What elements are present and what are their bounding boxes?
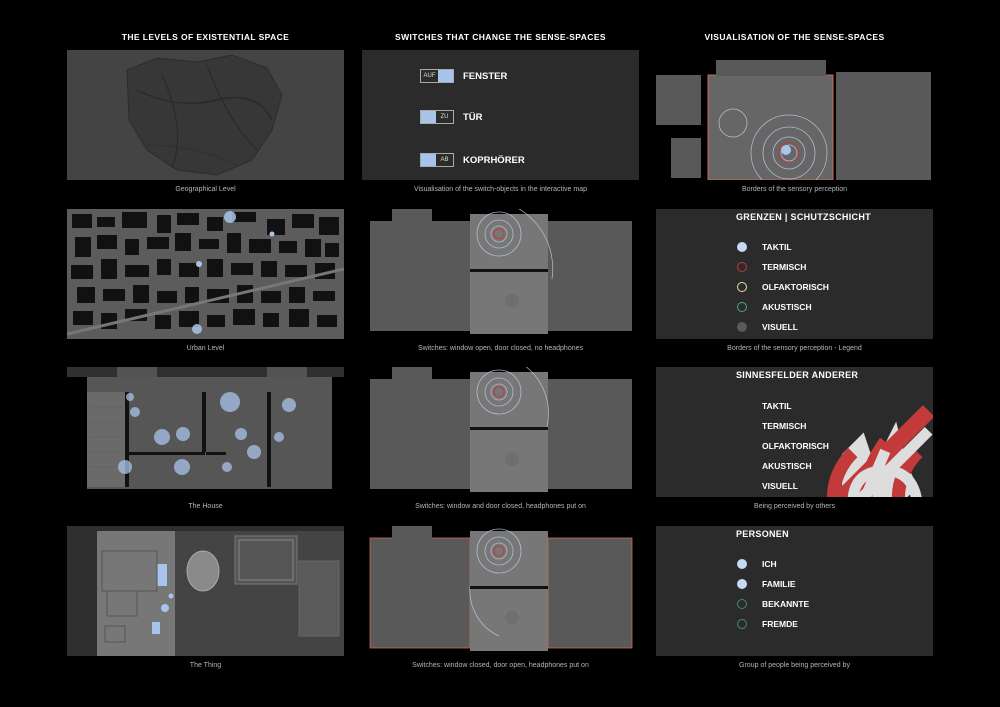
legend-others-termisch: TERMISCH (736, 420, 933, 497)
fremde-ring-icon (737, 619, 747, 629)
legend-persons: PERSONEN ICH FAMILIE BEKANNTE FREMDE (656, 526, 933, 656)
caption-perceived-by-others: Being perceived by others (754, 503, 835, 510)
switch-tuer-toggle[interactable]: ZU (420, 110, 454, 124)
taktil-dot-icon (737, 242, 747, 252)
caption-sensory-borders: Borders of the sensory perception (741, 186, 848, 193)
caption-switches: Visualisation of the switch-objects in t… (413, 186, 587, 193)
caption-urban: Urban Level (186, 345, 225, 352)
legend-others-taktil: TAKTIL (736, 400, 933, 497)
caption-window-open: Switches: window open, door closed, no h… (418, 345, 583, 352)
sensory-borders-plan (656, 50, 933, 180)
legend-borders-visuell: VISUELL (736, 321, 798, 333)
switch-fenster-toggle[interactable]: AUF (420, 69, 454, 83)
legend-persons-bekannte: BEKANNTE (736, 598, 809, 610)
legend-others-akustisch: AKUSTISCH (736, 460, 922, 497)
switch-fenster[interactable]: AUF FENSTER (420, 69, 507, 83)
caption-house: The House (188, 503, 223, 510)
legend-borders-akustisch-label: AKUSTISCH (762, 302, 812, 312)
hand-icon (736, 400, 933, 497)
legend-others-olfaktorisch: OLFAKTORISCH (736, 440, 891, 497)
floorplan-closed-headphones (362, 367, 639, 497)
legend-borders-title: GRENZEN | SCHUTZSCHICHT (736, 212, 871, 222)
switch-tuer[interactable]: ZU TÜR (420, 110, 483, 124)
column-title-visualisation: VISUALISATION OF THE SENSE-SPACES (704, 32, 885, 42)
thing-plan (67, 526, 344, 656)
legend-persons-familie-label: FAMILIE (762, 579, 796, 589)
legend-borders-termisch: TERMISCH (736, 261, 806, 273)
switch-fenster-label: FENSTER (463, 70, 508, 82)
familie-dot-icon (737, 579, 747, 589)
column-title-levels: THE LEVELS OF EXISTENTIAL SPACE (121, 32, 290, 42)
legend-persons-ich-label: ICH (762, 559, 777, 569)
legend-borders: GRENZEN | SCHUTZSCHICHT TAKTIL TERMISCH … (656, 209, 933, 339)
switch-fenster-state: AUF (421, 70, 438, 82)
termisch-ring-icon (737, 262, 747, 272)
legend-borders-visuell-label: VISUELL (762, 322, 798, 332)
legend-borders-taktil: TAKTIL (736, 241, 792, 253)
urban-level-map (67, 209, 344, 339)
legend-others: SINNESFELDER ANDERER TAKTIL TERMISCH OLF… (656, 367, 933, 497)
caption-geographical: Geographical Level (175, 186, 236, 193)
legend-borders-termisch-label: TERMISCH (762, 262, 807, 272)
legend-persons-familie: FAMILIE (736, 578, 796, 590)
legend-borders-olfaktorisch-label: OLFAKTORISCH (762, 282, 829, 292)
caption-persons: Group of people being perceived by (739, 662, 850, 669)
legend-persons-fremde-label: FREMDE (762, 619, 798, 629)
legend-persons-bekannte-label: BEKANNTE (762, 599, 810, 609)
floorplan-door-open (362, 526, 639, 656)
switch-kopfhoerer-label: KOPRHÖRER (463, 154, 525, 166)
legend-borders-olfaktorisch: OLFAKTORISCH (736, 281, 829, 293)
ear-icon (736, 460, 922, 497)
legend-others-visuell: VISUELL (736, 480, 798, 492)
nose-icon (736, 440, 891, 497)
ich-dot-icon (737, 559, 747, 569)
geographical-level-map (67, 50, 344, 180)
switch-kopfhoerer-state: AB (436, 154, 453, 166)
caption-door-open: Switches: window closed, door open, head… (412, 662, 589, 669)
legend-persons-ich: ICH (736, 558, 777, 570)
legend-borders-akustisch: AKUSTISCH (736, 301, 812, 313)
eye-icon (736, 480, 748, 492)
switch-tuer-label: TÜR (463, 111, 483, 123)
olfaktorisch-ring-icon (737, 282, 747, 292)
floorplan-window-open (362, 209, 639, 339)
caption-legend: Borders of the sensory perception - Lege… (727, 345, 862, 352)
legend-persons-title: PERSONEN (736, 529, 789, 539)
caption-thing: The Thing (189, 662, 222, 669)
switches-panel: AUF FENSTER ZU TÜR AB KOPRHÖRER (362, 50, 639, 180)
visuell-dot-icon (737, 322, 747, 332)
column-title-switches: SWITCHES THAT CHANGE THE SENSE-SPACES (395, 32, 606, 42)
house-plan (67, 367, 344, 497)
switch-kopfhoerer-toggle[interactable]: AB (420, 153, 454, 167)
heat-icon (736, 420, 933, 497)
switch-tuer-state: ZU (436, 111, 453, 123)
legend-others-title: SINNESFELDER ANDERER (736, 370, 859, 380)
akustisch-ring-icon (737, 302, 747, 312)
bekannte-ring-icon (737, 599, 747, 609)
switch-kopfhoerer[interactable]: AB KOPRHÖRER (420, 153, 525, 167)
legend-borders-taktil-label: TAKTIL (762, 242, 792, 252)
caption-closed-headphones: Switches: window and door closed, headph… (415, 503, 586, 510)
legend-persons-fremde: FREMDE (736, 618, 798, 630)
